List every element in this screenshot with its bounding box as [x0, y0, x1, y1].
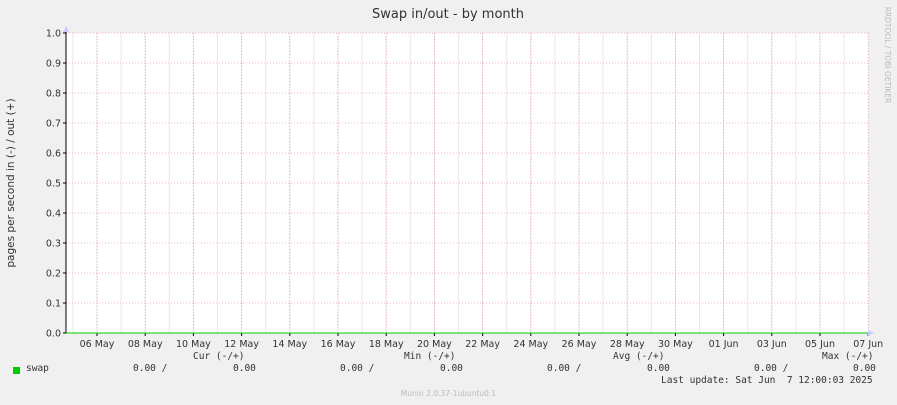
legend-header-avg: Avg (-/+) — [613, 351, 665, 362]
x-axis-arrow — [868, 330, 874, 336]
x-tick-label: 14 May — [272, 339, 307, 350]
y-tick-label: 0.3 — [46, 239, 61, 250]
y-tick-label: 0.2 — [46, 269, 61, 280]
legend-header-max: Max (-/+) — [822, 351, 874, 362]
last-update: Last update: Sat Jun 7 12:00:03 2025 — [661, 375, 873, 386]
x-tick-label: 22 May — [465, 339, 500, 350]
x-tick-label: 30 May — [658, 339, 693, 350]
y-tick-label: 0.4 — [46, 209, 61, 220]
x-axis-ticks: 06 May 08 May 10 May 12 May 14 May 16 May 18 M… — [80, 333, 883, 350]
legend-header-min: Min (-/+) — [404, 351, 456, 362]
legend-avg-in: 0.00 / — [547, 363, 582, 374]
y-tick-label: 0.0 — [46, 329, 61, 340]
legend-header-cur: Cur (-/+) — [193, 351, 245, 362]
x-tick-label: 10 May — [176, 339, 211, 350]
x-tick-label: 26 May — [562, 339, 597, 350]
x-tick-label: 07 Jun — [853, 339, 883, 350]
y-tick-label: 0.5 — [46, 179, 61, 190]
y-axis-ticks: 0.0 0.1 0.2 0.3 0.4 0.5 0.6 0.7 0.8 0.9 1.0 — [46, 29, 66, 340]
y-tick-label: 0.1 — [46, 299, 61, 310]
y-tick-label: 1.0 — [46, 29, 61, 40]
chart: Swap in/out - by month 0.00.10.20.30.40.… — [5, 7, 892, 350]
legend-max-out: 0.00 — [853, 363, 876, 374]
y-tick-label: 0.9 — [46, 59, 61, 70]
x-tick-label: 01 Jun — [709, 339, 739, 350]
y-tick-label: 0.6 — [46, 149, 61, 160]
legend-max-in: 0.00 / — [754, 363, 789, 374]
legend-avg-out: 0.00 — [647, 363, 670, 374]
x-tick-label: 24 May — [513, 339, 548, 350]
y-tick-label: 0.7 — [46, 119, 61, 130]
legend-min-out: 0.00 — [440, 363, 463, 374]
x-tick-label: 06 May — [80, 339, 115, 350]
y-axis-label: pages per second in (-) / out (+) — [5, 98, 17, 267]
legend-swatch — [13, 367, 20, 374]
y-tick-label: 0.8 — [46, 89, 61, 100]
chart-title: Swap in/out - by month — [372, 7, 524, 22]
y-axis-arrow — [63, 26, 69, 32]
footer-version: Munin 2.0.37-1ubuntu0.1 — [400, 389, 497, 398]
x-tick-label: 18 May — [369, 339, 404, 350]
legend-series-name: swap — [26, 363, 49, 374]
x-tick-label: 20 May — [417, 339, 452, 350]
x-tick-label: 05 Jun — [805, 339, 835, 350]
x-tick-label: 03 Jun — [757, 339, 787, 350]
legend-min-in: 0.00 / — [340, 363, 375, 374]
watermark: RRDTOOL / TOBI OETIKER — [883, 7, 892, 104]
x-tick-label: 08 May — [128, 339, 163, 350]
legend-cur-out: 0.00 — [233, 363, 256, 374]
x-tick-label: 12 May — [224, 339, 259, 350]
x-tick-label: 16 May — [321, 339, 356, 350]
legend-cur-in: 0.00 / — [133, 363, 168, 374]
x-tick-label: 28 May — [610, 339, 645, 350]
